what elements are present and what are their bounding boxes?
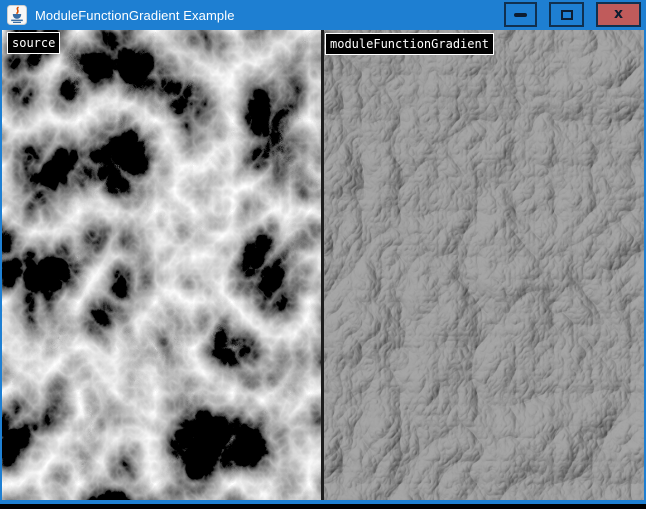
close-icon: x — [614, 7, 623, 21]
gradient-image-panel: moduleFunctionGradient — [324, 30, 644, 500]
close-button[interactable]: x — [596, 2, 641, 27]
app-window: ModuleFunctionGradient Example x — [0, 0, 646, 509]
gradient-noise-image — [324, 30, 644, 500]
window-controls: x — [504, 2, 641, 27]
minimize-button[interactable] — [504, 2, 537, 27]
source-image-panel: source — [2, 30, 321, 500]
screen-background — [0, 504, 646, 509]
gradient-image-label: moduleFunctionGradient — [325, 33, 494, 55]
maximize-button[interactable] — [549, 2, 584, 27]
titlebar[interactable]: ModuleFunctionGradient Example x — [0, 0, 646, 30]
java-app-icon — [7, 5, 27, 25]
window-title: ModuleFunctionGradient Example — [35, 8, 235, 23]
maximize-icon — [561, 10, 573, 20]
source-noise-image — [2, 30, 321, 500]
source-image-label: source — [7, 32, 60, 54]
window-content: source moduleFunctionGradient — [0, 30, 646, 500]
minimize-icon — [514, 13, 527, 17]
